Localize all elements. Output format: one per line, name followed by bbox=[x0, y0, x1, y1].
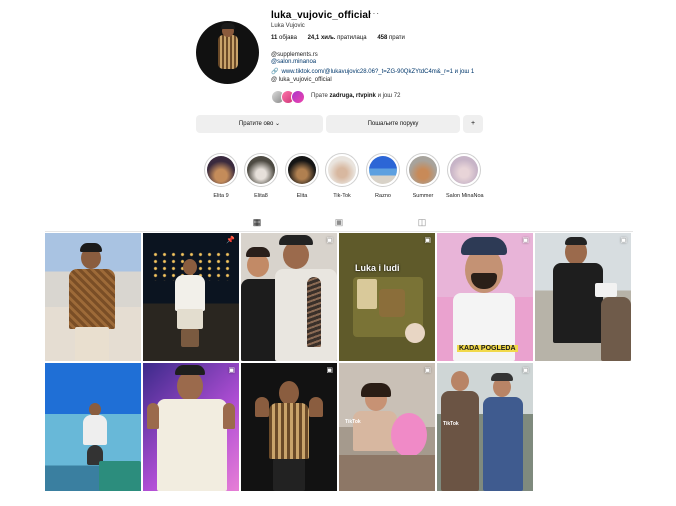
reel-icon: ▣ bbox=[522, 237, 529, 244]
reel-icon: ▣ bbox=[424, 367, 431, 374]
profile-stats: 11 објава 24,1 хиљ. пратилаца 458 прати bbox=[271, 35, 414, 41]
highlight-elita8[interactable]: Elita8 bbox=[243, 153, 279, 199]
link-icon: 🔗 bbox=[271, 69, 279, 75]
grid-icon[interactable]: ▦ bbox=[251, 216, 263, 228]
follower-avatar bbox=[291, 90, 305, 104]
send-message-button[interactable]: Пошаљите поруку bbox=[326, 115, 460, 133]
reel-icon: ▣ bbox=[424, 237, 431, 244]
reel-icon: ▣ bbox=[326, 237, 333, 244]
posts-count: 11 објава bbox=[271, 35, 297, 41]
follow-button[interactable]: Пратите ово ⌄ bbox=[196, 115, 323, 133]
highlight-razno[interactable]: Razno bbox=[365, 153, 401, 199]
highlight-summer[interactable]: Summer bbox=[405, 153, 441, 199]
post-overlay-text: KADA POGLEDA bbox=[457, 345, 518, 352]
post-tile[interactable]: ▣ TikTok bbox=[437, 363, 533, 491]
highlight-label: Salon MinaNoa bbox=[446, 193, 484, 199]
reels-icon[interactable]: ▣ bbox=[333, 216, 345, 228]
profile-username: luka_vujovic_official bbox=[271, 10, 371, 21]
followed-by-text: Прате zadruga, rtvpink и још 72 bbox=[311, 93, 401, 99]
highlight-elita-9[interactable]: Elita 9 bbox=[203, 153, 239, 199]
highlight-tik-tok[interactable]: Tik-Tok bbox=[324, 153, 360, 199]
highlight-label: Elita bbox=[296, 193, 308, 199]
avatar-figure bbox=[218, 35, 238, 69]
highlight-label: Razno bbox=[375, 193, 391, 199]
profile-link[interactable]: 🔗 www.tiktok.com/@lukavujovic28.06?_t=ZG-… bbox=[271, 68, 474, 75]
reel-icon: ▣ bbox=[522, 367, 529, 374]
link-text[interactable]: www.tiktok.com/@lukavujovic28.06?_t=ZG-9… bbox=[281, 69, 474, 75]
highlight-salon-minanoa[interactable]: Salon MinaNoa bbox=[446, 153, 484, 199]
highlight-elita[interactable]: Elita bbox=[284, 153, 320, 199]
post-tile[interactable]: ▣ bbox=[241, 363, 337, 491]
post-tile[interactable]: ▣ bbox=[143, 363, 239, 491]
profile-avatar[interactable] bbox=[196, 21, 259, 84]
highlight-label: Tik-Tok bbox=[333, 193, 351, 199]
bio-mention-salon[interactable]: @salon.minanoa bbox=[271, 59, 316, 65]
followers-count[interactable]: 24,1 хиљ. пратилаца bbox=[308, 35, 367, 41]
chevron-down-icon: ⌄ bbox=[275, 121, 281, 127]
threads-link[interactable]: @ luka_vujovic_official bbox=[271, 77, 332, 83]
pin-icon: 📌 bbox=[226, 237, 235, 244]
post-overlay-text: TikTok bbox=[345, 419, 361, 425]
post-tile[interactable] bbox=[45, 363, 141, 491]
post-overlay-text: TikTok bbox=[443, 421, 459, 427]
reel-icon: ▣ bbox=[620, 237, 627, 244]
post-tile[interactable]: ▣ Luka i ludi bbox=[339, 233, 435, 361]
highlight-label: Elita8 bbox=[254, 193, 268, 199]
post-tile[interactable]: 📌 bbox=[143, 233, 239, 361]
tab-divider bbox=[45, 231, 633, 232]
following-count[interactable]: 458 прати bbox=[377, 35, 405, 41]
more-horizontal-icon[interactable]: ··· bbox=[369, 9, 380, 18]
post-tile[interactable]: ▣ TikTok bbox=[339, 363, 435, 491]
threads-text[interactable]: luka_vujovic_official bbox=[279, 77, 332, 83]
post-tile[interactable] bbox=[45, 233, 141, 361]
highlight-label: Summer bbox=[412, 193, 434, 199]
bio-mention-supplements[interactable]: @supplements.rs bbox=[271, 52, 318, 58]
highlight-label: Elita 9 bbox=[213, 193, 229, 199]
avatar-cap bbox=[221, 23, 235, 29]
reel-icon: ▣ bbox=[326, 367, 333, 374]
profile-full-name: Luka Vujovic bbox=[271, 23, 305, 29]
post-overlay-text: Luka i ludi bbox=[355, 263, 400, 273]
post-tile[interactable]: ▣ KADA POGLEDA bbox=[437, 233, 533, 361]
person-add-icon[interactable]: + bbox=[463, 115, 483, 133]
reel-icon: ▣ bbox=[228, 367, 235, 374]
post-tile[interactable]: ▣ bbox=[535, 233, 631, 361]
post-tile[interactable]: ▣ bbox=[241, 233, 337, 361]
threads-icon: @ bbox=[271, 77, 278, 83]
tagged-icon[interactable]: ◫ bbox=[416, 216, 428, 228]
